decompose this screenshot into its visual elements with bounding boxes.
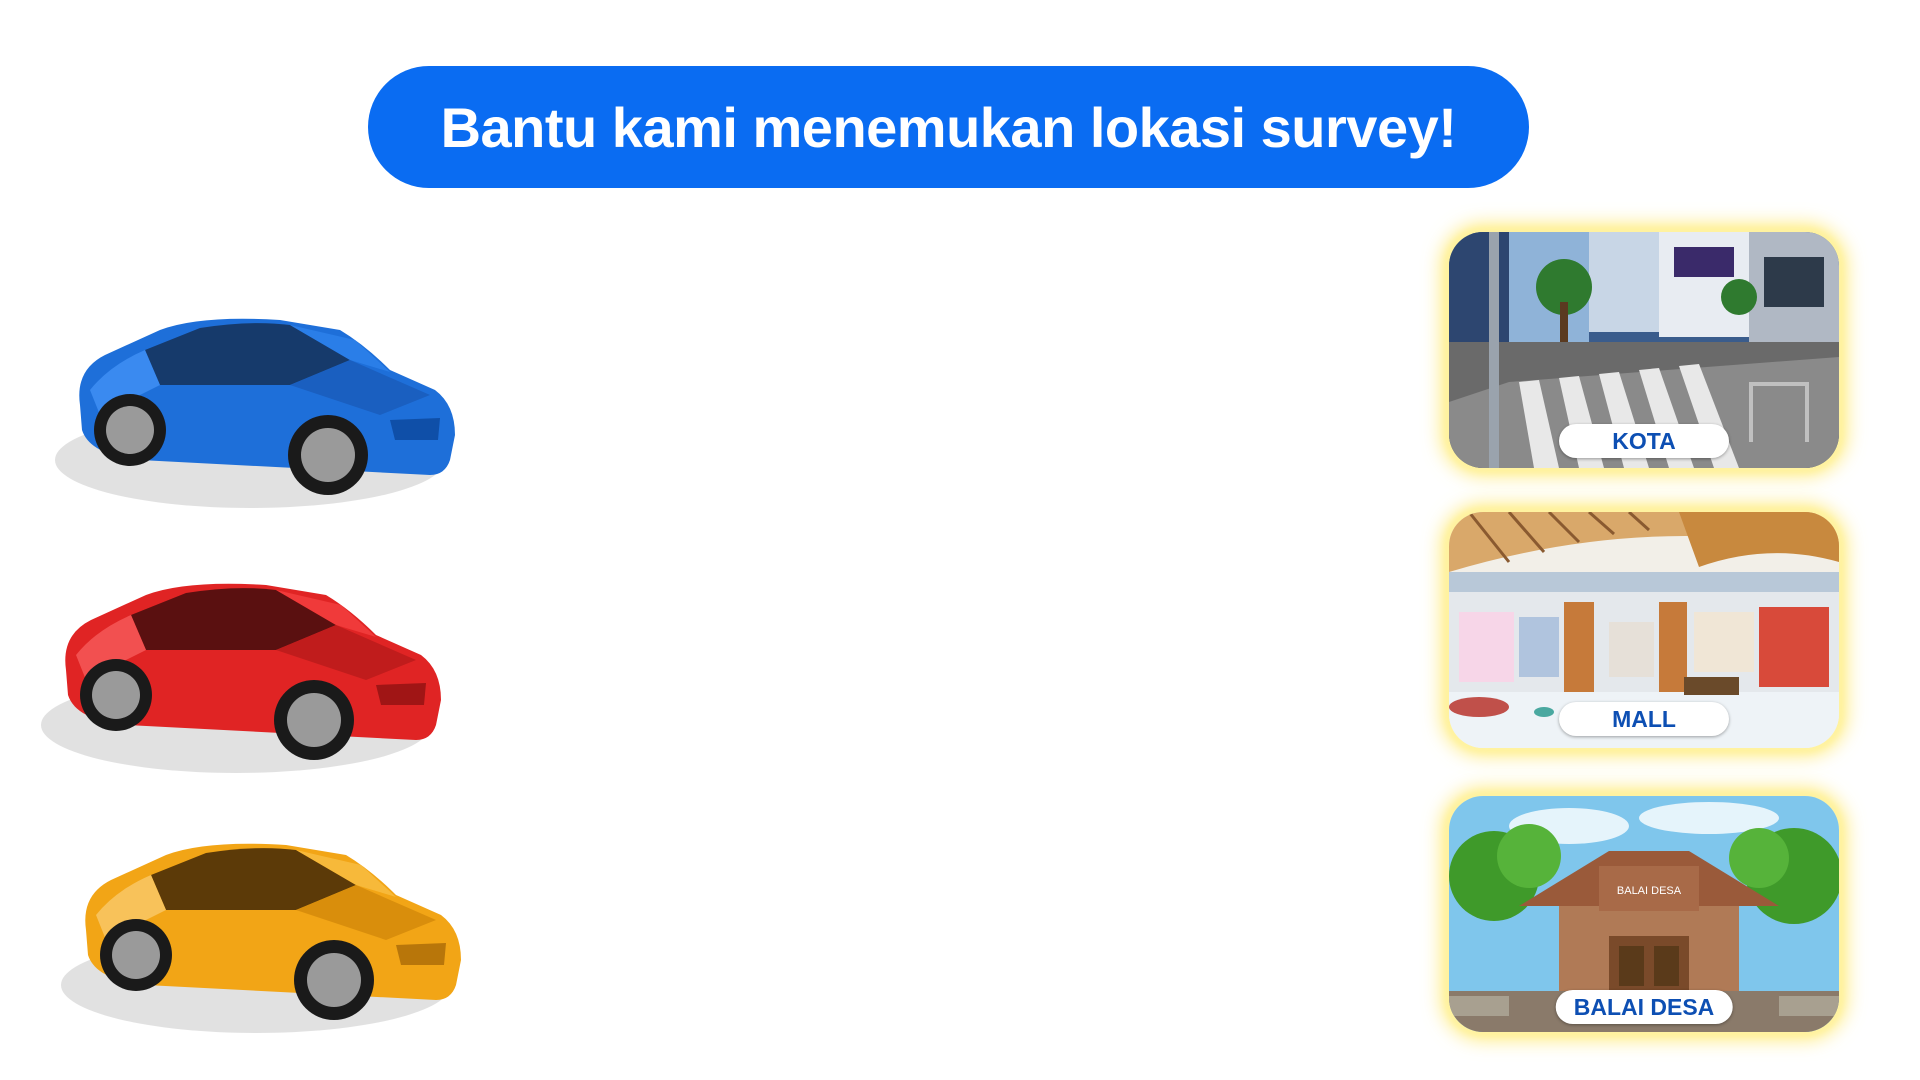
car-yellow-icon (61, 843, 462, 1033)
car-yellow[interactable] (56, 815, 476, 1045)
car-blue[interactable] (50, 290, 470, 520)
location-card-mall[interactable]: MALL (1449, 512, 1839, 748)
location-card-balai-desa[interactable]: BALAI DESA BALAI DESA (1449, 796, 1839, 1032)
location-label-balai-desa: BALAI DESA (1555, 990, 1733, 1024)
car-red-icon (41, 583, 442, 773)
title-banner: Bantu kami menemukan lokasi survey! (368, 66, 1529, 188)
location-card-kota[interactable]: KOTA (1449, 232, 1839, 468)
car-blue-icon (55, 318, 456, 508)
balai-desa-sign: BALAI DESA (1617, 885, 1682, 897)
location-label-mall: MALL (1559, 702, 1729, 736)
car-red[interactable] (36, 555, 456, 785)
location-label-kota: KOTA (1559, 424, 1729, 458)
page-title: Bantu kami menemukan lokasi survey! (440, 95, 1457, 159)
